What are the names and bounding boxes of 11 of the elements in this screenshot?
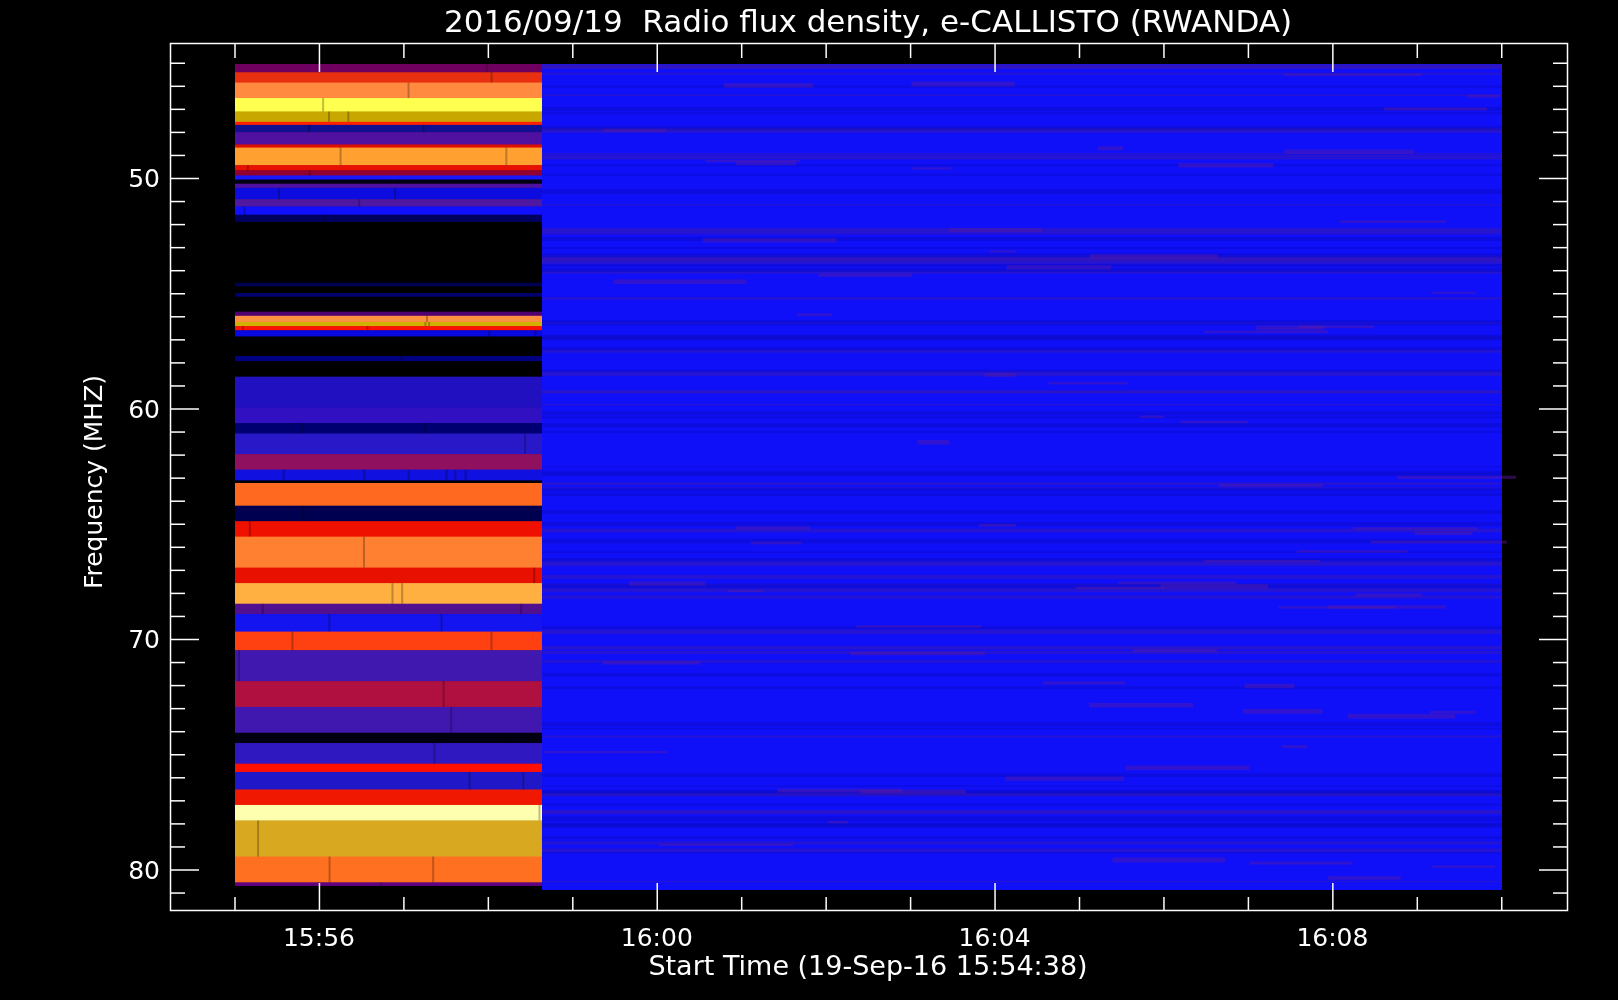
y-tick-label: 70 bbox=[128, 625, 160, 654]
x-tick-label: 16:04 bbox=[958, 923, 1031, 952]
y-tick-label: 60 bbox=[128, 394, 160, 424]
chart-title: 2016/09/19 Radio flux density, e-CALLISTO (RWANDA) bbox=[443, 3, 1293, 39]
y-tick-label: 50 bbox=[128, 164, 160, 193]
y-tick-label: 80 bbox=[128, 855, 160, 885]
x-tick-label: 16:00 bbox=[620, 923, 693, 952]
x-axis-label: Start Time (19-Sep-16 15:54:38) bbox=[648, 950, 1088, 981]
y-axis-label: Frequency (MHZ) bbox=[79, 374, 108, 590]
x-tick-label: 16:08 bbox=[1296, 923, 1369, 952]
x-tick-label: 15:56 bbox=[283, 923, 355, 952]
